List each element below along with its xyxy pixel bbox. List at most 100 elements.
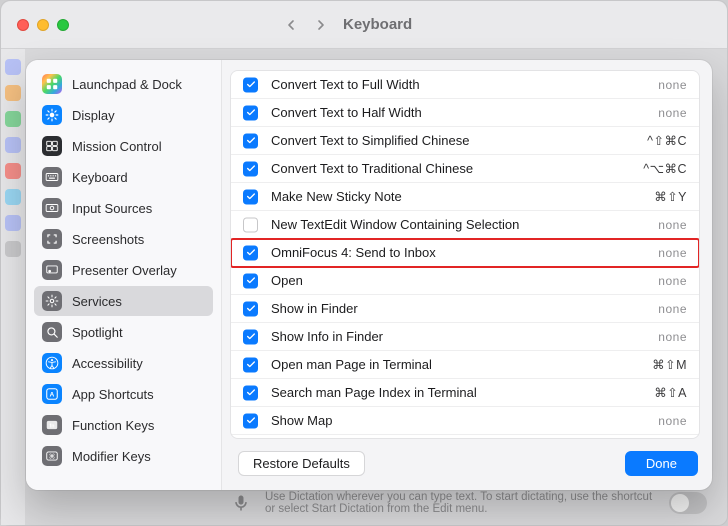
done-button[interactable]: Done	[625, 451, 698, 476]
svg-text:⌘: ⌘	[49, 453, 55, 460]
service-checkbox[interactable]	[243, 105, 258, 120]
service-label: Make New Sticky Note	[271, 189, 654, 205]
service-row[interactable]: New TextEdit Window Containing Selection…	[231, 211, 699, 239]
sidebar-item-label: Accessibility	[72, 356, 143, 371]
sidebar-item-label: Services	[72, 294, 122, 309]
sidebar-item-keyboard[interactable]: Keyboard	[34, 162, 213, 192]
service-row[interactable]: Show Mapnone	[231, 407, 699, 435]
svg-text:A: A	[50, 391, 55, 398]
service-checkbox[interactable]	[243, 413, 258, 428]
service-label: Convert Text to Full Width	[271, 77, 658, 93]
service-shortcut[interactable]: none	[658, 78, 687, 92]
window-titlebar: Keyboard	[1, 1, 727, 49]
service-label: Convert Text to Half Width	[271, 105, 658, 121]
nav-back-button[interactable]	[279, 13, 303, 37]
sidebar-item-label: Launchpad & Dock	[72, 77, 182, 92]
service-shortcut[interactable]: none	[658, 274, 687, 288]
screenshots-icon	[42, 229, 62, 249]
spotlight-icon	[42, 322, 62, 342]
app-shortcuts-icon: A	[42, 384, 62, 404]
service-row[interactable]: Show Info in Findernone	[231, 323, 699, 351]
sidebar-item-accessibility[interactable]: Accessibility	[34, 348, 213, 378]
modifier-keys-icon: ⌘	[42, 446, 62, 466]
service-row[interactable]: Convert Text to Simplified Chinese^⇧⌘C	[231, 127, 699, 155]
service-shortcut[interactable]: none	[658, 330, 687, 344]
accessibility-icon	[42, 353, 62, 373]
service-row[interactable]: Opennone	[231, 267, 699, 295]
service-checkbox[interactable]	[243, 329, 258, 344]
sidebar-item-mission-control[interactable]: Mission Control	[34, 131, 213, 161]
keyboard-shortcuts-sheet: Launchpad & Dock Display Mission Control Ke…	[26, 60, 712, 490]
service-label: Convert Text to Simplified Chinese	[271, 133, 647, 149]
service-row[interactable]: Show in Findernone	[231, 295, 699, 323]
service-shortcut[interactable]: ^⇧⌘C	[647, 133, 687, 148]
service-shortcut[interactable]: none	[658, 414, 687, 428]
service-label: OmniFocus 4: Send to Inbox	[271, 245, 658, 261]
service-shortcut[interactable]: none	[658, 246, 687, 260]
services-list[interactable]: Convert Text to Full WidthnoneConvert Te…	[230, 70, 700, 439]
sidebar-item-display[interactable]: Display	[34, 100, 213, 130]
service-checkbox[interactable]	[243, 189, 258, 204]
zoom-window-button[interactable]	[57, 19, 69, 31]
service-shortcut[interactable]: none	[658, 106, 687, 120]
service-label: Open man Page in Terminal	[271, 357, 652, 373]
service-label: New TextEdit Window Containing Selection	[271, 217, 658, 233]
service-row[interactable]: OmniFocus 4: Send to Inboxnone	[231, 239, 699, 267]
service-shortcut[interactable]: none	[658, 218, 687, 232]
service-checkbox[interactable]	[243, 245, 258, 260]
sidebar-item-label: Mission Control	[72, 139, 162, 154]
sidebar-item-spotlight[interactable]: Spotlight	[34, 317, 213, 347]
sidebar-item-services[interactable]: Services	[34, 286, 213, 316]
sidebar-item-modifier-keys[interactable]: ⌘ Modifier Keys	[34, 441, 213, 471]
service-checkbox[interactable]	[243, 77, 258, 92]
sidebar-item-label: Modifier Keys	[72, 449, 151, 464]
presenter-overlay-icon	[42, 260, 62, 280]
sidebar-item-label: Input Sources	[72, 201, 152, 216]
service-checkbox[interactable]	[243, 133, 258, 148]
sheet-footer: Restore Defaults Done	[222, 439, 712, 490]
dictation-toggle[interactable]	[669, 492, 707, 514]
minimize-window-button[interactable]	[37, 19, 49, 31]
service-checkbox[interactable]	[243, 301, 258, 316]
service-label: Open	[271, 273, 658, 289]
service-label: Convert Text to Traditional Chinese	[271, 161, 643, 177]
service-row[interactable]: Convert Text to Half Widthnone	[231, 99, 699, 127]
service-shortcut[interactable]: ⌘⇧A	[654, 385, 687, 400]
mic-icon	[231, 493, 251, 513]
sidebar-item-function-keys[interactable]: fn Function Keys	[34, 410, 213, 440]
dictation-hint-text: Use Dictation wherever you can type text…	[265, 491, 655, 515]
sidebar-item-screenshots[interactable]: Screenshots	[34, 224, 213, 254]
sidebar-item-launchpad-dock[interactable]: Launchpad & Dock	[34, 69, 213, 99]
sidebar-item-presenter-overlay[interactable]: Presenter Overlay	[34, 255, 213, 285]
service-shortcut[interactable]: ^⌥⌘C	[643, 161, 687, 176]
service-checkbox[interactable]	[243, 217, 258, 232]
display-icon	[42, 105, 62, 125]
service-checkbox[interactable]	[243, 161, 258, 176]
service-shortcut[interactable]: ⌘⇧M	[652, 357, 687, 372]
sidebar-item-app-shortcuts[interactable]: AApp Shortcuts	[34, 379, 213, 409]
service-row[interactable]: Search man Page Index in Terminal⌘⇧A	[231, 379, 699, 407]
services-icon	[42, 291, 62, 311]
sidebar-item-label: Presenter Overlay	[72, 263, 177, 278]
service-row[interactable]: Make New Sticky Note⌘⇧Y	[231, 183, 699, 211]
sidebar-item-input-sources[interactable]: Input Sources	[34, 193, 213, 223]
dictation-hint-row: Use Dictation wherever you can type text…	[231, 491, 707, 515]
close-window-button[interactable]	[17, 19, 29, 31]
service-row[interactable]: Convert Text to Traditional Chinese^⌥⌘C	[231, 155, 699, 183]
service-checkbox[interactable]	[243, 385, 258, 400]
function-keys-icon: fn	[42, 415, 62, 435]
mission-control-icon	[42, 136, 62, 156]
service-checkbox[interactable]	[243, 273, 258, 288]
service-row[interactable]: Open man Page in Terminal⌘⇧M	[231, 351, 699, 379]
sidebar-item-label: Function Keys	[72, 418, 154, 433]
service-checkbox[interactable]	[243, 357, 258, 372]
launchpad-icon	[42, 74, 62, 94]
service-shortcut[interactable]: ⌘⇧Y	[654, 189, 687, 204]
categories-sidebar: Launchpad & Dock Display Mission Control Ke…	[26, 60, 222, 490]
service-row[interactable]: Convert Text to Full Widthnone	[231, 71, 699, 99]
window-title: Keyboard	[343, 16, 412, 33]
restore-defaults-button[interactable]: Restore Defaults	[238, 451, 365, 476]
service-shortcut[interactable]: none	[658, 302, 687, 316]
sidebar-item-label: Spotlight	[72, 325, 123, 340]
nav-forward-button[interactable]	[309, 13, 333, 37]
